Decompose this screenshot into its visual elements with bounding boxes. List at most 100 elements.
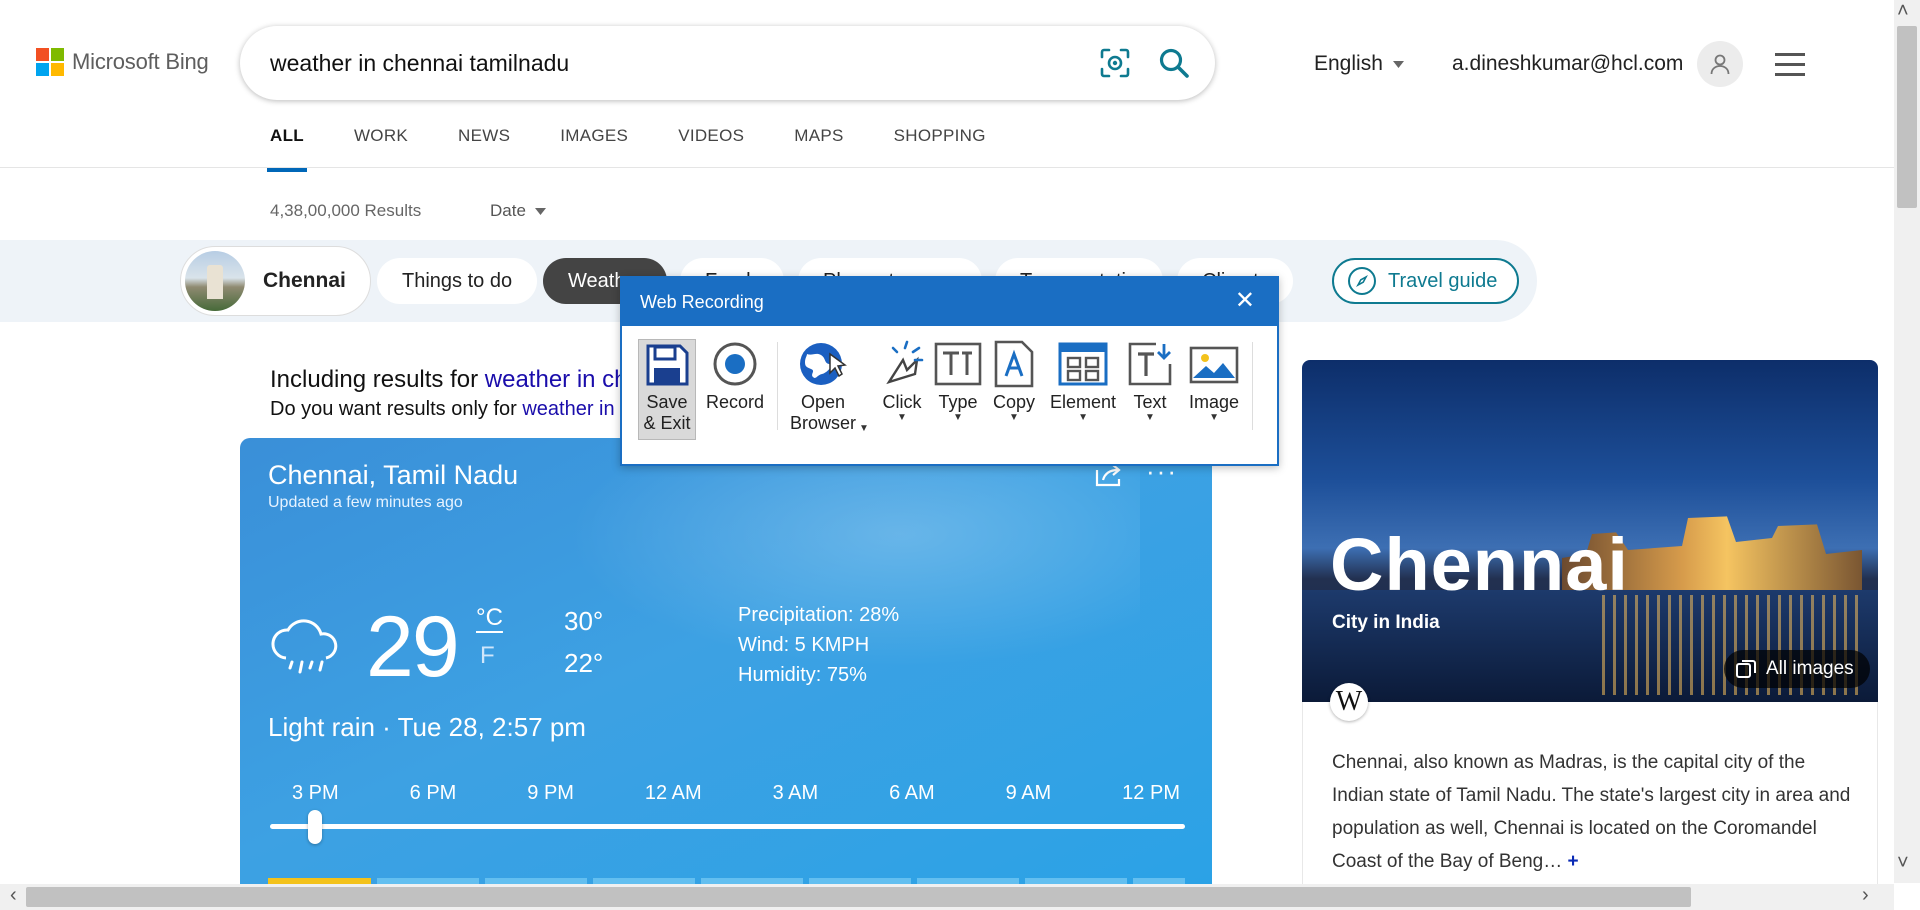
type-action-button[interactable]: Type ▼ bbox=[934, 340, 982, 423]
chevron-down-icon bbox=[534, 207, 546, 215]
copy-action-button[interactable]: Copy ▼ bbox=[992, 340, 1036, 423]
chevron-down-icon[interactable]: ▼ bbox=[1009, 413, 1019, 423]
hour-label[interactable]: 3 AM bbox=[773, 782, 819, 805]
weather-card: Chennai, Tamil Nadu Updated a few minute… bbox=[240, 438, 1212, 910]
text-label: Text bbox=[1133, 392, 1167, 412]
scroll-up-icon[interactable]: ˄ bbox=[1897, 0, 1909, 23]
low-temperature: 22° bbox=[564, 648, 604, 678]
logo-text: Microsoft Bing bbox=[72, 49, 209, 74]
more-options-icon[interactable]: ··· bbox=[1146, 458, 1178, 484]
hourly-slider-track[interactable] bbox=[270, 824, 1185, 829]
unit-fahrenheit[interactable]: F bbox=[480, 642, 495, 670]
record-button[interactable]: Record bbox=[706, 340, 764, 413]
compass-icon bbox=[1348, 267, 1376, 295]
image-action-button[interactable]: Image ▼ bbox=[1189, 340, 1239, 423]
high-temperature: 30° bbox=[564, 606, 604, 636]
image-label: Image bbox=[1189, 392, 1240, 412]
bing-logo[interactable]: Microsoft Bing bbox=[36, 48, 209, 76]
wikipedia-icon[interactable]: W bbox=[1330, 683, 1368, 721]
result-count: 4,38,00,000 Results bbox=[270, 201, 422, 220]
chevron-down-icon[interactable]: ▼ bbox=[1209, 413, 1219, 423]
tab-news[interactable]: NEWS bbox=[458, 126, 510, 172]
hour-label[interactable]: 6 PM bbox=[410, 782, 457, 805]
humidity: Humidity: 75% bbox=[738, 664, 867, 686]
weather-condition: Light rain · Tue 28, 2:57 pm bbox=[268, 712, 586, 742]
chip-things-to-do[interactable]: Things to do bbox=[377, 258, 538, 304]
text-action-button[interactable]: Text ▼ bbox=[1126, 340, 1174, 423]
weather-location[interactable]: Chennai, Tamil Nadu bbox=[268, 460, 518, 491]
language-label: English bbox=[1314, 52, 1383, 75]
globe-cursor-icon bbox=[800, 343, 847, 385]
record-icon bbox=[713, 342, 757, 386]
unit-celsius[interactable]: °C bbox=[476, 604, 503, 632]
including-prefix: Including results for bbox=[270, 366, 485, 393]
only-prefix: Do you want results only for bbox=[270, 398, 523, 420]
copy-label: Copy bbox=[992, 392, 1036, 412]
hourly-labels: 3 PM 6 PM 9 PM 12 AM 3 AM 6 AM 9 AM 12 P… bbox=[268, 782, 1188, 805]
tab-work[interactable]: WORK bbox=[354, 126, 408, 172]
date-filter-label: Date bbox=[490, 201, 526, 220]
hour-label[interactable]: 12 AM bbox=[645, 782, 702, 805]
chevron-down-icon[interactable]: ▼ bbox=[1145, 413, 1155, 423]
hourly-slider-handle[interactable] bbox=[308, 810, 322, 844]
chip-travel-guide[interactable]: Travel guide bbox=[1332, 258, 1520, 304]
click-action-button[interactable]: Click ▼ bbox=[879, 340, 925, 423]
floppy-disk-icon bbox=[646, 344, 689, 386]
chip-label: Travel guide bbox=[1388, 269, 1498, 292]
search-input[interactable] bbox=[270, 44, 1050, 82]
text-extract-icon bbox=[1128, 342, 1172, 386]
image-icon bbox=[1189, 346, 1239, 384]
language-selector[interactable]: English bbox=[1314, 52, 1404, 76]
chevron-down-icon bbox=[1392, 60, 1404, 68]
expand-description-button[interactable]: + bbox=[1568, 851, 1579, 872]
chip-chennai[interactable]: Chennai bbox=[180, 246, 371, 316]
chevron-down-icon[interactable]: ▼ bbox=[897, 413, 907, 423]
tab-images[interactable]: IMAGES bbox=[560, 126, 628, 172]
tab-divider bbox=[0, 167, 1894, 168]
weather-updated: Updated a few minutes ago bbox=[268, 494, 463, 511]
open-browser-button[interactable]: Open Browser bbox=[790, 340, 856, 434]
record-label: Record bbox=[706, 392, 765, 412]
save-exit-button[interactable]: Save & Exit bbox=[638, 339, 696, 440]
type-label: Type bbox=[938, 392, 978, 412]
tab-maps[interactable]: MAPS bbox=[794, 126, 843, 172]
click-cursor-icon bbox=[886, 340, 924, 385]
close-icon[interactable]: ✕ bbox=[1235, 289, 1255, 313]
tab-videos[interactable]: VIDEOS bbox=[678, 126, 744, 172]
rain-cloud-icon bbox=[271, 619, 338, 674]
element-action-button[interactable]: Element ▼ bbox=[1050, 340, 1116, 423]
open-browser-label: Open Browser bbox=[790, 392, 857, 433]
chevron-down-icon[interactable]: ▼ bbox=[1078, 413, 1088, 423]
hour-label[interactable]: 3 PM bbox=[292, 782, 339, 805]
toolbar-separator bbox=[1252, 342, 1253, 430]
element-label: Element bbox=[1050, 392, 1117, 412]
avatar[interactable] bbox=[1697, 41, 1743, 87]
vertical-scroll-thumb[interactable] bbox=[1897, 26, 1917, 208]
web-recording-panel: Web Recording ✕ Save & Exit Record Open … bbox=[620, 276, 1279, 466]
hour-label[interactable]: 6 AM bbox=[889, 782, 935, 805]
date-filter[interactable]: Date bbox=[490, 201, 546, 221]
all-images-button[interactable]: All images bbox=[1724, 650, 1870, 688]
copy-document-icon bbox=[994, 340, 1034, 388]
user-email[interactable]: a.dineshkumar@hcl.com bbox=[1452, 52, 1683, 76]
current-temperature: 29 bbox=[366, 599, 460, 695]
hour-label[interactable]: 12 PM bbox=[1122, 782, 1180, 805]
scroll-right-icon[interactable]: › bbox=[1862, 884, 1869, 907]
horizontal-scroll-thumb[interactable] bbox=[26, 887, 1691, 907]
tab-shopping[interactable]: SHOPPING bbox=[894, 126, 986, 172]
scroll-down-icon[interactable]: ˅ bbox=[1897, 852, 1909, 875]
search-box[interactable] bbox=[240, 26, 1215, 100]
tab-all[interactable]: ALL bbox=[267, 126, 307, 172]
chevron-down-icon[interactable]: ▼ bbox=[859, 424, 869, 434]
chip-label: Chennai bbox=[263, 269, 346, 292]
scroll-left-icon[interactable]: ‹ bbox=[10, 884, 17, 907]
search-icon[interactable] bbox=[1158, 47, 1190, 79]
chennai-thumbnail bbox=[185, 251, 245, 311]
web-recording-titlebar[interactable]: Web Recording ✕ bbox=[622, 278, 1277, 326]
toolbar-separator bbox=[777, 342, 778, 430]
hour-label[interactable]: 9 PM bbox=[527, 782, 574, 805]
menu-icon[interactable] bbox=[1775, 53, 1805, 83]
hour-label[interactable]: 9 AM bbox=[1006, 782, 1052, 805]
chevron-down-icon[interactable]: ▼ bbox=[953, 413, 963, 423]
visual-search-icon[interactable] bbox=[1100, 48, 1130, 78]
